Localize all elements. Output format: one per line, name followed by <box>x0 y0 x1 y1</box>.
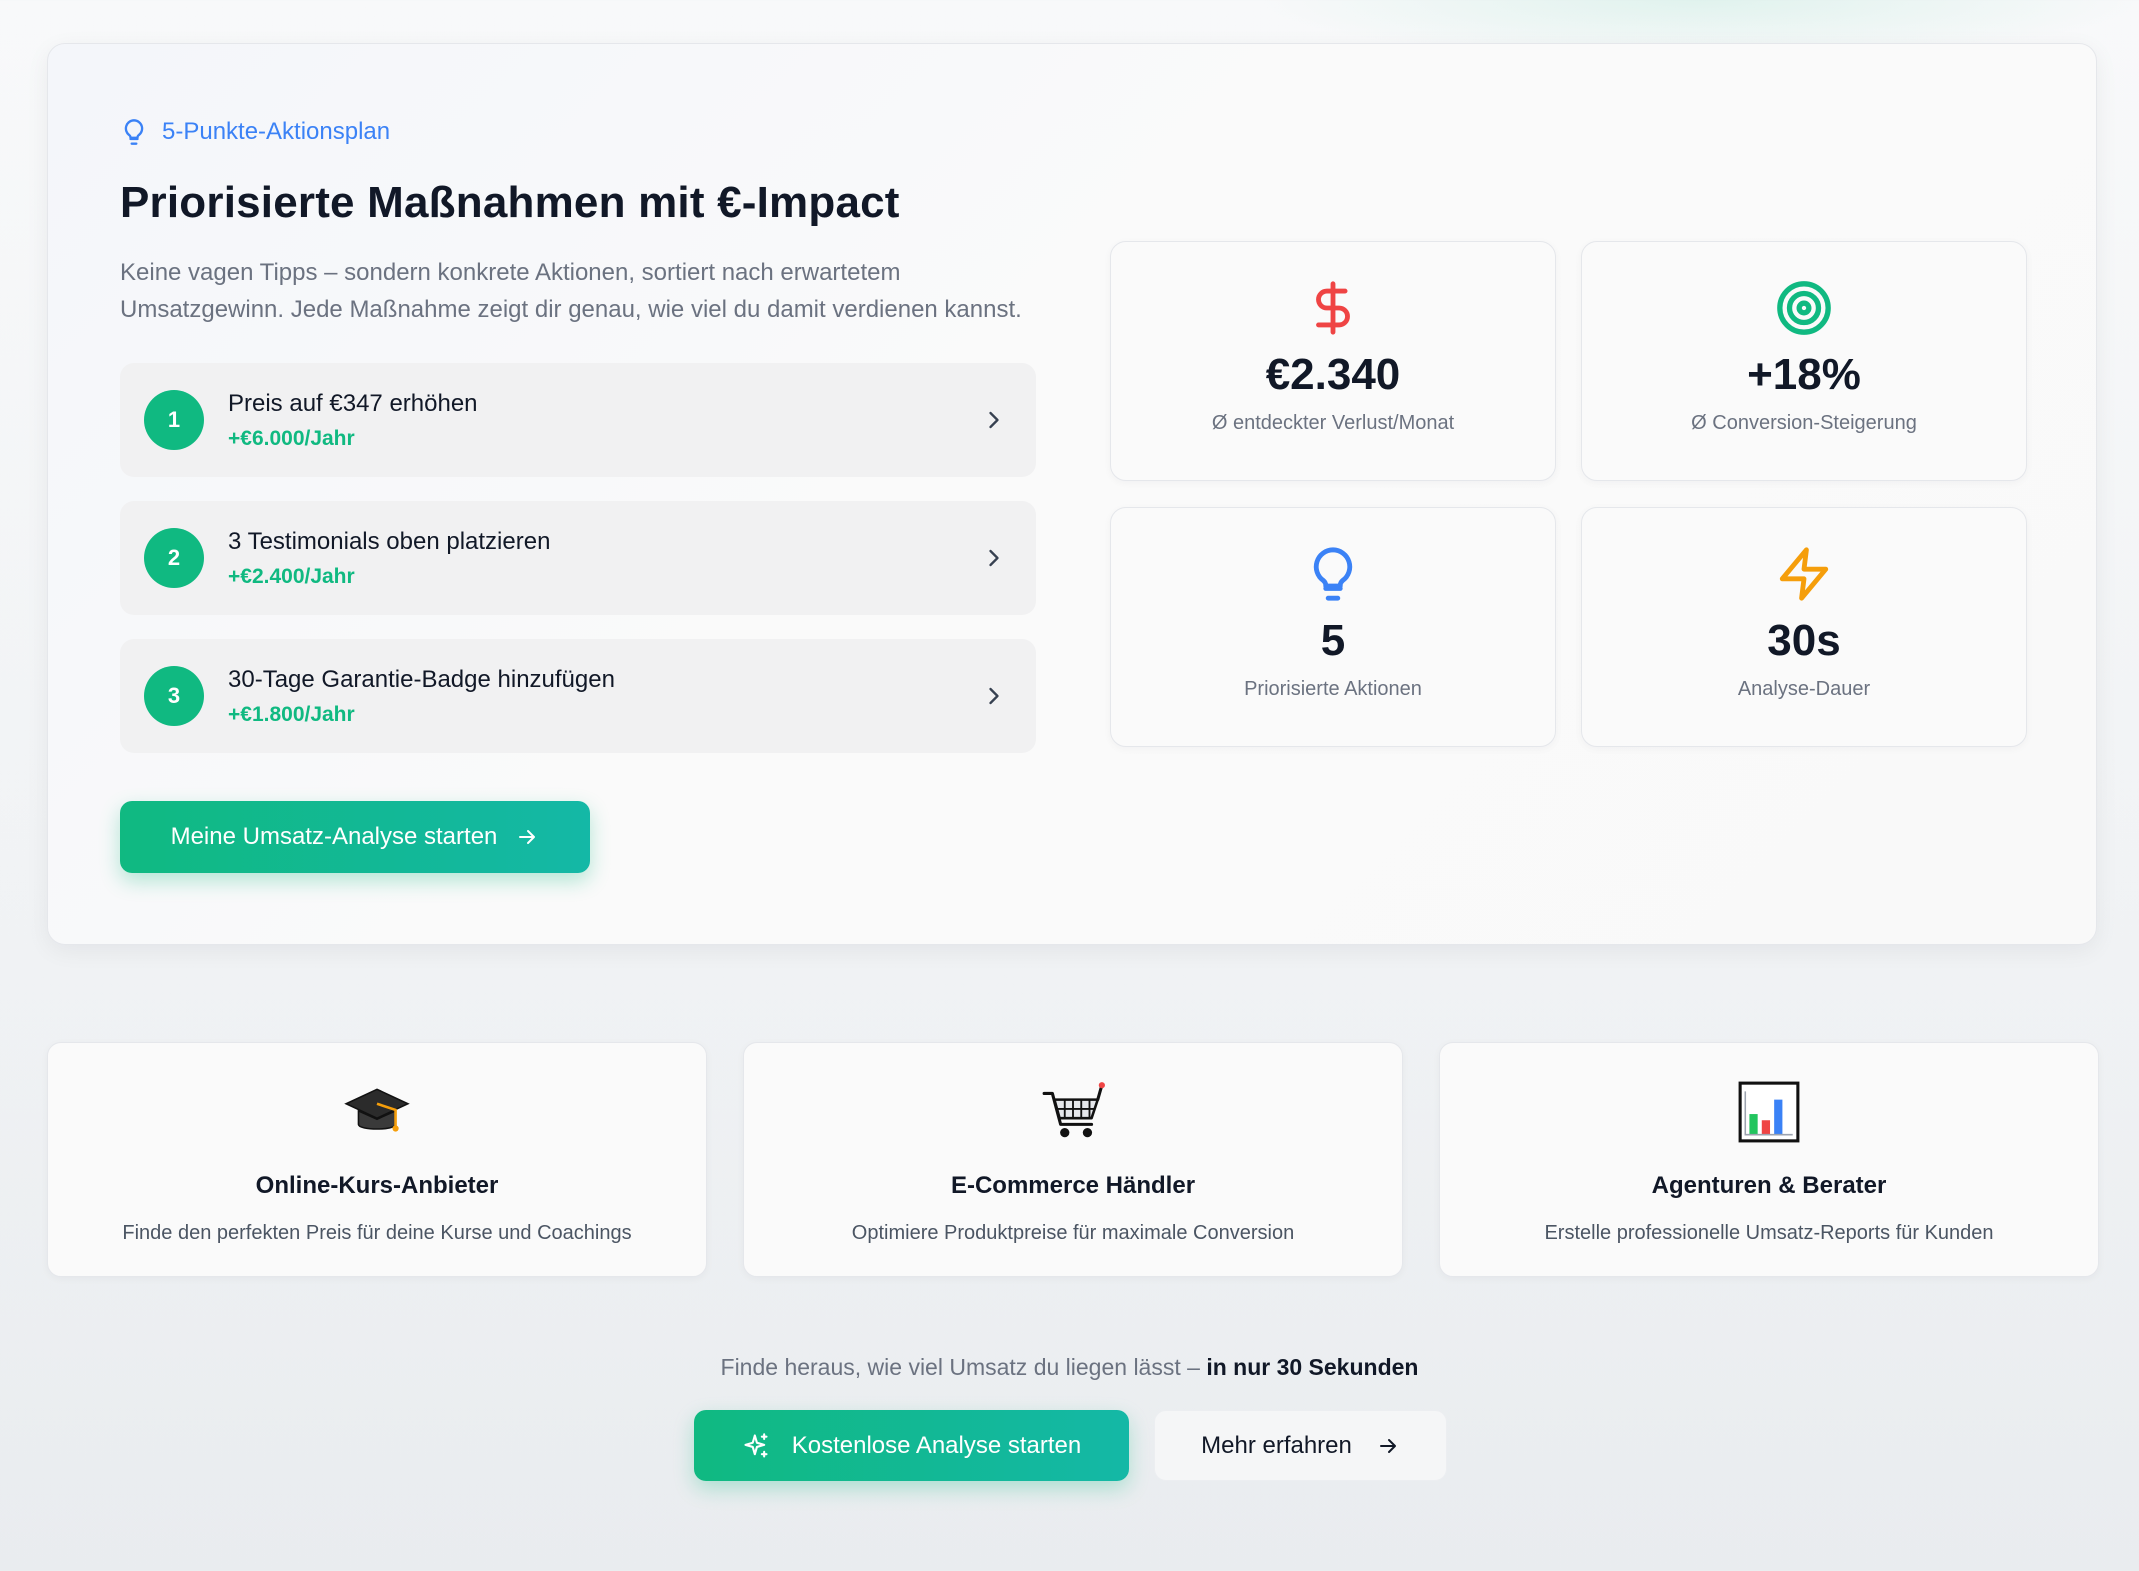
dollar-icon <box>1316 281 1350 335</box>
shopping-cart-icon <box>1042 1082 1105 1138</box>
tagline-text: Finde heraus, wie viel Umsatz du liegen … <box>720 1354 1200 1380</box>
action-gain: +€1.800/Jahr <box>228 702 355 726</box>
bottom-tagline: Finde heraus, wie viel Umsatz du liegen … <box>0 1354 2139 1381</box>
chevron-right-icon <box>989 411 999 429</box>
learn-more-button[interactable]: Mehr erfahren <box>1154 1410 1447 1481</box>
audience-description: Erstelle professionelle Umsatz-Reports f… <box>1544 1222 1994 1244</box>
action-title: 3 Testimonials oben platzieren <box>228 527 551 555</box>
stat-card-conversion: +18% Ø Conversion-Steigerung <box>1581 241 2027 481</box>
stat-card-duration: 30s Analyse-Dauer <box>1581 507 2027 747</box>
audience-title: Agenturen & Berater <box>1651 1172 1887 1199</box>
chevron-right-icon <box>989 549 999 567</box>
lightning-icon <box>1779 547 1829 601</box>
arrow-right-icon <box>1379 1438 1396 1453</box>
action-item[interactable]: 1 Preis auf €347 erhöhen +€6.000/Jahr <box>120 363 1036 477</box>
action-number-badge: 2 <box>144 528 204 588</box>
action-gain: +€2.400/Jahr <box>228 564 355 588</box>
bar-chart-icon <box>1738 1081 1800 1143</box>
sparkles-icon <box>744 1432 768 1458</box>
stat-label: Analyse-Dauer <box>1737 678 1871 700</box>
lightbulb-icon <box>124 119 144 145</box>
audience-title: Online-Kurs-Anbieter <box>255 1172 499 1199</box>
stat-label: Ø entdeckter Verlust/Monat <box>1211 412 1455 434</box>
action-item[interactable]: 2 3 Testimonials oben platzieren +€2.400… <box>120 501 1036 615</box>
stat-value: €2.340 <box>1265 350 1401 399</box>
page-description: Keine vagen Tipps – sondern konkrete Akt… <box>120 259 1022 323</box>
audience-card-agencies: Agenturen & Berater Erstelle professione… <box>1439 1042 2099 1277</box>
action-number-badge: 3 <box>144 666 204 726</box>
stat-label: Ø Conversion-Steigerung <box>1691 412 1917 434</box>
action-title: 30-Tage Garantie-Badge hinzufügen <box>228 665 615 693</box>
audience-title: E-Commerce Händler <box>950 1172 1196 1199</box>
stat-value: 5 <box>1320 616 1346 665</box>
stat-label: Priorisierte Aktionen <box>1244 678 1422 700</box>
action-item[interactable]: 3 30-Tage Garantie-Badge hinzufügen +€1.… <box>120 639 1036 753</box>
start-revenue-analysis-button[interactable]: Meine Umsatz-Analyse starten <box>120 801 590 873</box>
page-title: Priorisierte Maßnahmen mit €-Impact <box>120 178 900 227</box>
chevron-right-icon <box>989 687 999 705</box>
audience-description: Finde den perfekten Preis für deine Kurs… <box>122 1222 632 1244</box>
learn-more-label: Mehr erfahren <box>1201 1431 1352 1459</box>
start-revenue-analysis-label: Meine Umsatz-Analyse starten <box>170 823 498 850</box>
stat-card-loss: €2.340 Ø entdeckter Verlust/Monat <box>1110 241 1556 481</box>
action-plan-card: 5-Punkte-Aktionsplan Priorisierte Maßnah… <box>47 43 2097 945</box>
audience-card-course-creators: Online-Kurs-Anbieter Finde den perfekten… <box>47 1042 707 1277</box>
tagline-emphasis: in nur 30 Sekunden <box>1206 1354 1419 1380</box>
target-icon <box>1777 281 1831 335</box>
stat-value: 30s <box>1767 616 1841 665</box>
free-analysis-button[interactable]: Kostenlose Analyse starten <box>694 1410 1129 1481</box>
stat-value: +18% <box>1747 350 1861 399</box>
eyebrow-label: 5-Punkte-Aktionsplan <box>162 118 391 145</box>
action-title: Preis auf €347 erhöhen <box>228 389 478 417</box>
free-analysis-label: Kostenlose Analyse starten <box>791 1431 1082 1459</box>
audience-card-ecommerce: E-Commerce Händler Optimiere Produktprei… <box>743 1042 1403 1277</box>
graduation-cap-icon <box>344 1088 410 1132</box>
action-number-badge: 1 <box>144 390 204 450</box>
audience-description: Optimiere Produktpreise für maximale Con… <box>851 1222 1295 1244</box>
eyebrow: 5-Punkte-Aktionsplan <box>120 118 390 146</box>
lightbulb-icon <box>1313 547 1353 601</box>
stat-card-actions: 5 Priorisierte Aktionen <box>1110 507 1556 747</box>
arrow-right-icon <box>519 830 536 844</box>
action-gain: +€6.000/Jahr <box>228 426 355 450</box>
action-list: 1 Preis auf €347 erhöhen +€6.000/Jahr 2 … <box>120 363 1036 777</box>
